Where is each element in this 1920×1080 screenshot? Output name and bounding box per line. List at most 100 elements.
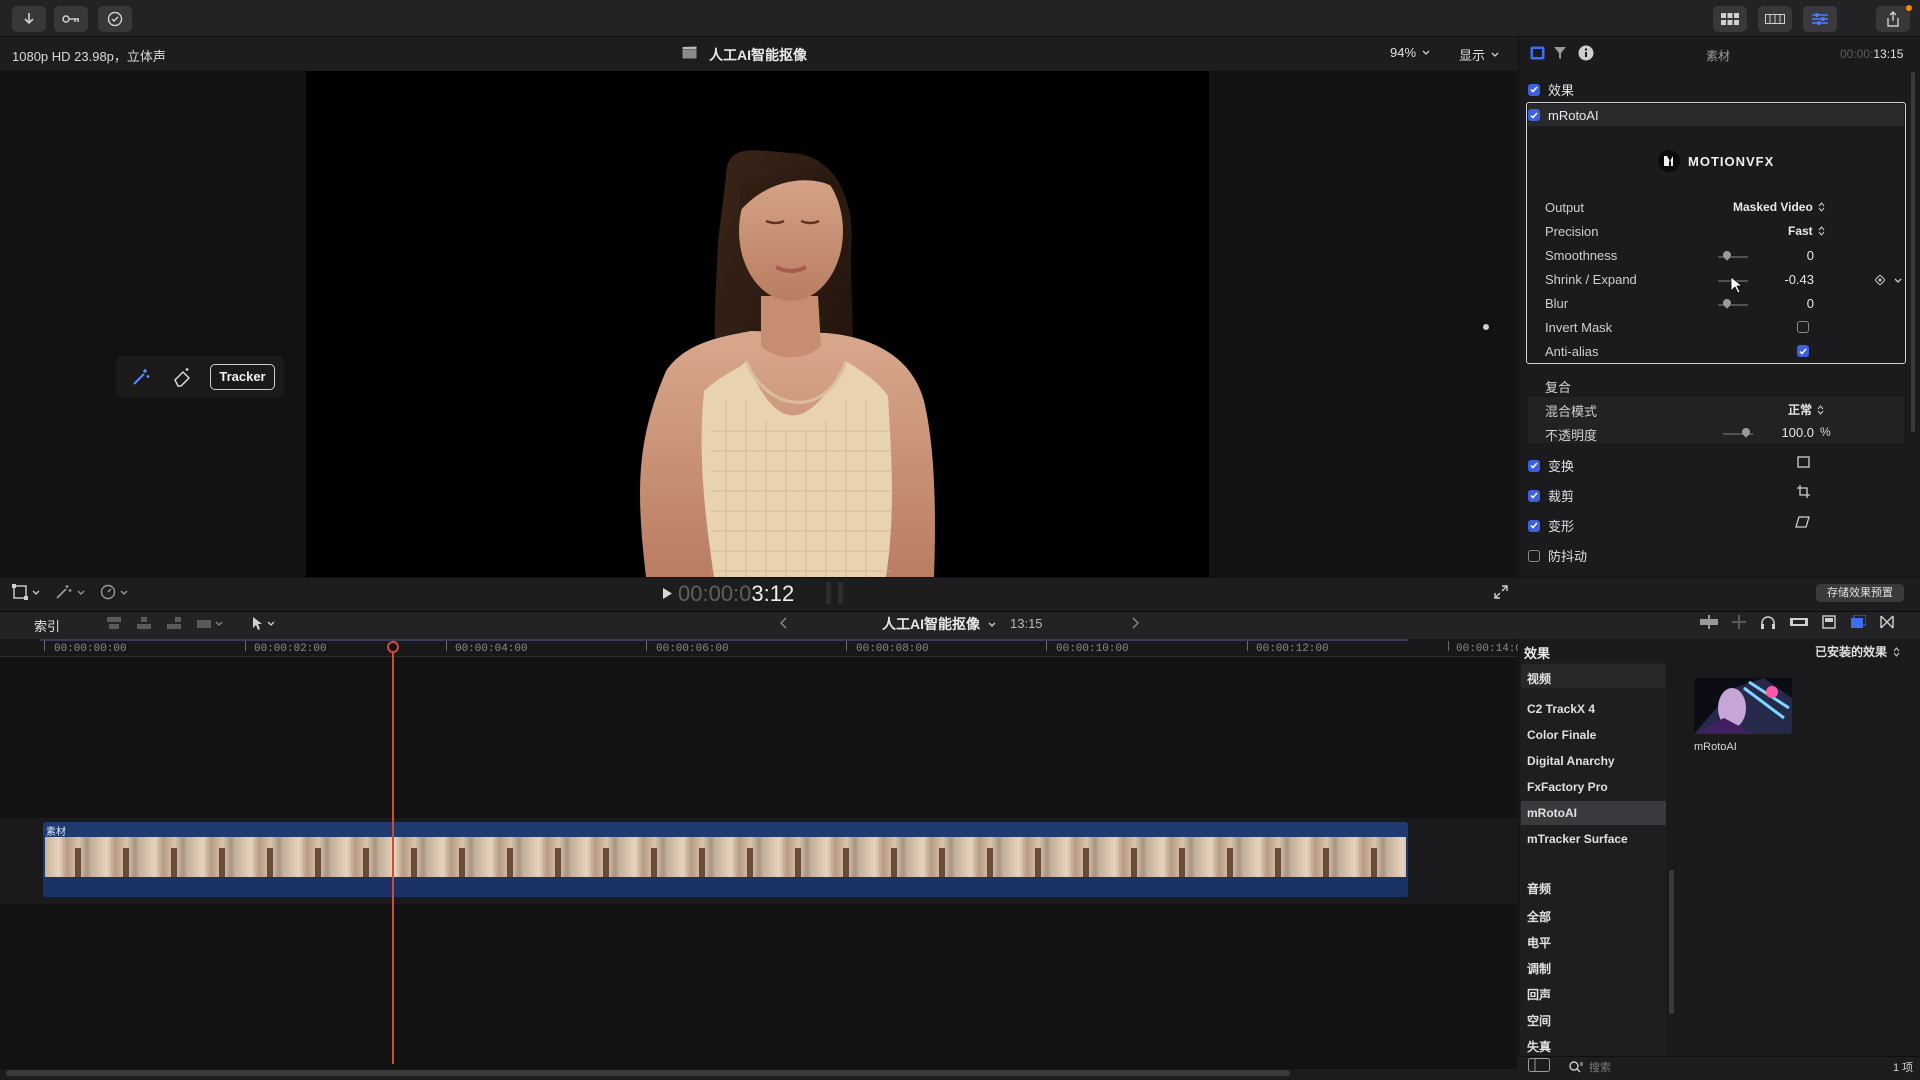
category-item[interactable]: Digital Anarchy: [1527, 754, 1615, 768]
transform-section[interactable]: 变换: [1528, 456, 1574, 475]
background-tasks-button[interactable]: [98, 6, 132, 32]
display-menu[interactable]: 显示: [1459, 45, 1499, 64]
effect-thumbnail[interactable]: [1694, 678, 1792, 734]
precision-select[interactable]: Fast: [1788, 224, 1825, 238]
distort-section[interactable]: 变形: [1528, 516, 1574, 535]
save-effects-preset-button[interactable]: 存储效果预置: [1816, 584, 1904, 602]
format-info: 1080p HD 23.98p，立体声: [12, 49, 166, 64]
output-select[interactable]: Masked Video: [1733, 200, 1825, 214]
magic-wand-icon[interactable]: [131, 367, 151, 387]
transform-onscreen-icon[interactable]: [1797, 456, 1810, 468]
category-item[interactable]: 空间: [1527, 1012, 1551, 1029]
blend-mode-select[interactable]: 正常: [1788, 401, 1824, 418]
transform-checkbox[interactable]: [1528, 459, 1540, 472]
audio-skimming-icon[interactable]: [1732, 615, 1746, 629]
stabilization-checkbox[interactable]: [1528, 549, 1540, 562]
clip-audio-bar: [43, 877, 1408, 897]
category-item[interactable]: 调制: [1527, 960, 1551, 977]
keyframe-icon[interactable]: [1875, 275, 1885, 285]
playhead-handle[interactable]: [387, 641, 399, 653]
tracker-button[interactable]: Tracker: [210, 364, 275, 390]
effects-checkbox[interactable]: [1528, 83, 1540, 96]
anti-alias-checkbox[interactable]: [1797, 345, 1809, 357]
composite-header[interactable]: 复合: [1545, 377, 1571, 396]
mrotoai-checkbox[interactable]: [1528, 109, 1540, 121]
play-icon[interactable]: [662, 587, 673, 600]
mrotoai-header[interactable]: mRotoAI: [1528, 104, 1904, 126]
timeline-scrollbar[interactable]: [6, 1070, 1290, 1076]
category-item[interactable]: mRotoAI: [1527, 806, 1577, 820]
sidebar-toggle-icon[interactable]: [1528, 1058, 1550, 1072]
ruler-tick: [1046, 641, 1047, 651]
category-item[interactable]: 电平: [1527, 934, 1551, 951]
tool-select-menu[interactable]: [252, 616, 275, 631]
precision-label: Precision: [1545, 224, 1599, 239]
category-item[interactable]: 回声: [1527, 986, 1551, 1003]
video-frame[interactable]: [306, 71, 1209, 577]
blend-mode-label: 混合模式: [1545, 404, 1598, 419]
stabilization-section[interactable]: 防抖动: [1528, 546, 1587, 565]
invert-mask-checkbox[interactable]: [1797, 321, 1809, 333]
fullscreen-icon[interactable]: [1494, 585, 1508, 599]
headphones-icon[interactable]: [1760, 615, 1776, 629]
shrink-expand-value[interactable]: -0.43: [1770, 272, 1814, 287]
project-name-menu[interactable]: 人工AI智能抠像: [882, 614, 996, 634]
info-icon[interactable]: [1578, 45, 1594, 61]
enhance-menu[interactable]: [55, 584, 85, 600]
share-button[interactable]: [1876, 6, 1910, 32]
inspector-scrollbar[interactable]: [1911, 72, 1915, 432]
transitions-browser-icon[interactable]: [1880, 615, 1894, 629]
category-item[interactable]: Color Finale: [1527, 728, 1596, 742]
video-inspector-icon[interactable]: [1530, 46, 1545, 60]
forward-arrow-icon[interactable]: [1131, 617, 1139, 629]
crop-icon[interactable]: [1797, 485, 1810, 498]
ruler-tick: [44, 641, 45, 651]
category-item[interactable]: 全部: [1527, 908, 1551, 925]
timeline-toggle-button[interactable]: [1758, 6, 1792, 32]
crop-label: 裁剪: [1548, 489, 1575, 504]
eraser-icon[interactable]: [172, 367, 194, 387]
chevron-down-icon[interactable]: [1894, 278, 1902, 283]
clip-label: 素材: [46, 827, 66, 838]
browser-toggle-button[interactable]: [1713, 6, 1747, 32]
clip-appearance-icon[interactable]: [1822, 615, 1836, 629]
skimming-icon[interactable]: [1700, 615, 1718, 629]
category-scrollbar[interactable]: [1669, 870, 1674, 1014]
video-clip[interactable]: 素材: [43, 822, 1408, 897]
category-item[interactable]: mTracker Surface: [1527, 832, 1628, 846]
search-icon: [1569, 1061, 1583, 1073]
import-button[interactable]: [12, 6, 46, 32]
check-icon: [107, 11, 123, 27]
blur-value[interactable]: 0: [1770, 296, 1814, 311]
crop-checkbox[interactable]: [1528, 489, 1540, 502]
viewer-timecode: 00:00:0 3:12: [678, 581, 794, 607]
smoothness-value[interactable]: 0: [1770, 248, 1814, 263]
overwrite-clip-icon[interactable]: [196, 616, 223, 630]
category-item[interactable]: C2 TrackX 4: [1527, 702, 1595, 716]
connect-clip-icon[interactable]: [106, 616, 122, 630]
category-item[interactable]: FxFactory Pro: [1527, 780, 1608, 794]
installed-effects-menu[interactable]: 已安装的效果: [1815, 643, 1900, 660]
crop-section[interactable]: 裁剪: [1528, 486, 1574, 505]
zoom-menu[interactable]: 94%: [1390, 45, 1430, 60]
back-arrow-icon[interactable]: [780, 617, 788, 629]
distort-checkbox[interactable]: [1528, 519, 1540, 532]
index-button[interactable]: 索引: [34, 616, 60, 635]
opacity-value[interactable]: 100.0: [1770, 425, 1814, 440]
distort-label: 变形: [1548, 519, 1575, 534]
append-clip-icon[interactable]: [166, 616, 182, 630]
insert-clip-icon[interactable]: [136, 616, 152, 630]
inspector-toggle-button[interactable]: [1803, 6, 1837, 32]
speed-menu[interactable]: [100, 584, 128, 600]
distort-icon[interactable]: [1795, 516, 1810, 528]
audio-category-label[interactable]: 音频: [1527, 880, 1551, 897]
search-field[interactable]: 搜索: [1569, 1058, 1829, 1076]
effects-section-header[interactable]: 效果: [1528, 80, 1574, 99]
solo-icon[interactable]: [1790, 616, 1808, 628]
transform-tool-menu[interactable]: [12, 584, 40, 600]
keyword-button[interactable]: [54, 6, 88, 32]
category-item[interactable]: 失真: [1527, 1038, 1551, 1055]
playhead-line[interactable]: [392, 641, 394, 1064]
filter-inspector-icon[interactable]: [1553, 46, 1567, 60]
effects-browser-icon[interactable]: [1850, 615, 1866, 629]
